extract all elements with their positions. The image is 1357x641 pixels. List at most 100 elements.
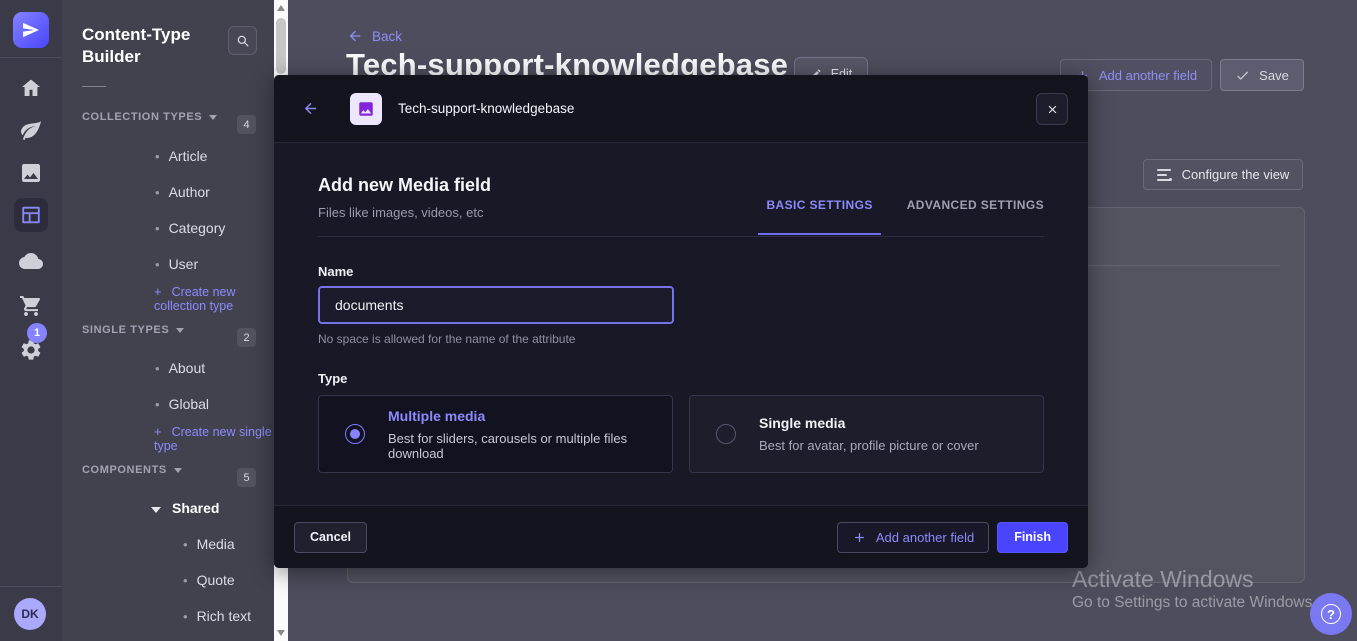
create-new-single-type-link[interactable]: +Create new single type xyxy=(62,424,274,453)
user-avatar[interactable]: DK xyxy=(14,598,46,630)
picture-icon xyxy=(357,100,375,118)
plus-icon: + xyxy=(154,284,162,299)
name-field-helper-text: No space is allowed for the name of the … xyxy=(318,332,1044,346)
modal-body: Add new Media field Files like images, v… xyxy=(274,143,1088,505)
collection-types-count-badge: 4 xyxy=(237,115,256,134)
bullet-icon: • xyxy=(183,537,188,552)
bullet-icon: • xyxy=(155,149,160,164)
settings-notification-badge: 1 xyxy=(27,323,47,343)
media-type-options: Multiple media Best for sliders, carouse… xyxy=(318,395,1044,473)
sidebar-item-media[interactable]: •Media xyxy=(62,536,235,552)
sidebar-item-quote[interactable]: • Quote xyxy=(62,572,235,588)
item-label: Article xyxy=(169,148,208,164)
settings-tabs: BASIC SETTINGS ADVANCED SETTINGS xyxy=(766,198,1044,218)
sidebar-item-global[interactable]: • Global xyxy=(62,396,209,412)
component-group-shared[interactable]: Shared xyxy=(62,500,219,516)
section-label: SINGLE TYPES xyxy=(82,324,169,336)
save-button[interactable]: Save xyxy=(1220,59,1304,91)
bullet-icon: • xyxy=(155,185,160,200)
modal-content-type-title: Tech-support-knowledgebase xyxy=(398,101,574,116)
help-button[interactable]: ? xyxy=(1310,593,1352,635)
save-label: Save xyxy=(1259,68,1289,83)
media-library-icon[interactable] xyxy=(19,161,43,185)
cancel-button[interactable]: Cancel xyxy=(294,522,367,553)
search-icon xyxy=(236,34,250,48)
marketplace-cart-icon[interactable] xyxy=(19,294,43,318)
modal-header: Tech-support-knowledgebase xyxy=(274,75,1088,143)
item-label: Rich text xyxy=(197,608,251,624)
item-label: Quote xyxy=(197,572,235,588)
name-input[interactable] xyxy=(318,286,674,324)
item-label: User xyxy=(169,256,199,272)
radio-unselected-icon[interactable] xyxy=(716,424,736,444)
item-label: About xyxy=(169,360,206,376)
plus-icon: + xyxy=(154,424,162,439)
chevron-down-icon xyxy=(176,328,184,333)
type-field-block: Type Multiple media Best for sliders, ca… xyxy=(318,371,1044,473)
name-field-label: Name xyxy=(318,264,1044,279)
arrow-left-icon xyxy=(347,28,363,44)
tab-advanced-settings[interactable]: ADVANCED SETTINGS xyxy=(907,198,1044,218)
sidebar-item-about[interactable]: •About xyxy=(62,360,205,376)
activate-windows-subtext: Go to Settings to activate Windows. xyxy=(1072,594,1317,612)
section-collection-types[interactable]: COLLECTION TYPES xyxy=(62,111,217,123)
action-label: Create new single type xyxy=(154,425,272,453)
section-label: COMPONENTS xyxy=(82,464,167,476)
chevron-down-icon xyxy=(151,507,161,513)
content-manager-feather-icon[interactable] xyxy=(19,118,43,142)
modal-subtitle: Files like images, videos, etc xyxy=(318,205,491,220)
modal-footer: Cancel Add another field Finish xyxy=(274,505,1088,568)
sidebar-item-article[interactable]: • Article xyxy=(62,148,207,164)
chevron-down-icon xyxy=(209,115,217,120)
configure-view-label: Configure the view xyxy=(1182,167,1290,182)
bullet-icon: • xyxy=(155,397,160,412)
item-label: Category xyxy=(169,220,226,236)
home-icon[interactable] xyxy=(19,76,43,100)
single-types-count-badge: 2 xyxy=(237,328,256,347)
cloud-icon[interactable] xyxy=(19,249,43,273)
option-description: Best for sliders, carousels or multiple … xyxy=(388,431,672,461)
bullet-icon: • xyxy=(155,221,160,236)
radio-selected-icon[interactable] xyxy=(345,424,365,444)
section-label: COLLECTION TYPES xyxy=(82,111,202,123)
search-button[interactable] xyxy=(228,26,257,55)
plus-icon xyxy=(852,530,867,545)
sidebar-item-category[interactable]: • Category xyxy=(62,220,225,236)
option-multiple-media[interactable]: Multiple media Best for sliders, carouse… xyxy=(318,395,673,473)
modal-close-button[interactable] xyxy=(1036,93,1068,125)
app-window: 1 DK Content-Type Builder COLLECTION TYP… xyxy=(0,0,1357,641)
create-new-collection-type-link[interactable]: +Create new collection type xyxy=(62,284,274,313)
components-count-badge: 5 xyxy=(237,468,256,487)
section-single-types[interactable]: SINGLE TYPES xyxy=(62,324,184,336)
close-icon xyxy=(1046,103,1059,116)
rail-divider xyxy=(0,57,62,58)
section-components[interactable]: COMPONENTS xyxy=(62,464,182,476)
scrollbar-up-arrow[interactable] xyxy=(274,0,288,16)
option-single-media[interactable]: Single media Best for avatar, profile pi… xyxy=(689,395,1044,473)
media-field-type-icon xyxy=(350,93,382,125)
name-field-block: Name No space is allowed for the name of… xyxy=(318,264,1044,346)
finish-button[interactable]: Finish xyxy=(997,522,1068,553)
modal-back-button[interactable] xyxy=(298,97,322,121)
item-label: Author xyxy=(169,184,210,200)
sidebar-item-user[interactable]: • User xyxy=(62,256,198,272)
scrollbar-thumb[interactable] xyxy=(276,18,286,74)
tab-basic-settings[interactable]: BASIC SETTINGS xyxy=(766,198,872,218)
scrollbar-down-arrow[interactable] xyxy=(274,625,288,641)
option-title: Multiple media xyxy=(388,408,672,424)
bullet-icon: • xyxy=(155,257,160,272)
sidebar-item-author[interactable]: • Author xyxy=(62,184,210,200)
back-link[interactable]: Back xyxy=(347,28,402,44)
check-icon xyxy=(1235,68,1250,83)
bullet-icon: • xyxy=(183,573,188,588)
strapi-logo-icon[interactable] xyxy=(13,12,49,48)
sidebar-item-rich-text[interactable]: •Rich text xyxy=(62,608,251,624)
item-label: Global xyxy=(169,396,209,412)
add-another-field-label: Add another field xyxy=(1099,68,1197,83)
modal-title-row: Add new Media field Files like images, v… xyxy=(318,175,1044,237)
configure-the-view-button[interactable]: Configure the view xyxy=(1143,159,1303,190)
activate-windows-watermark: Activate Windows xyxy=(1072,566,1254,593)
modal-title: Add new Media field xyxy=(318,175,491,196)
content-type-builder-icon[interactable] xyxy=(14,198,48,232)
add-another-field-button-modal[interactable]: Add another field xyxy=(837,522,989,553)
